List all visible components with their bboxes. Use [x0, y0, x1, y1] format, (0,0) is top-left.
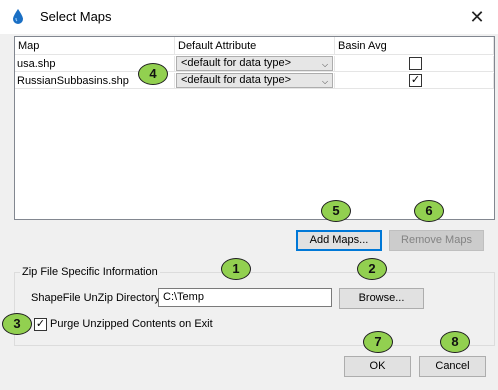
- purge-checkbox[interactable]: ✓: [34, 318, 47, 331]
- callout-8: 8: [440, 331, 470, 353]
- column-header-map[interactable]: Map: [15, 37, 175, 55]
- close-button[interactable]: ✕: [464, 4, 490, 30]
- dropdown-value: <default for data type>: [181, 57, 292, 69]
- callout-3: 3: [2, 313, 32, 335]
- unzip-directory-label: ShapeFile UnZip Directory:: [31, 292, 164, 304]
- browse-button[interactable]: Browse...: [339, 288, 424, 309]
- callout-7: 7: [363, 331, 393, 353]
- dropdown-value: <default for data type>: [181, 74, 292, 86]
- callout-1: 1: [221, 258, 251, 280]
- water-drop-icon: [13, 9, 23, 24]
- default-attribute-dropdown[interactable]: <default for data type>: [176, 56, 333, 71]
- callout-2: 2: [357, 258, 387, 280]
- remove-maps-button[interactable]: Remove Maps: [389, 230, 484, 251]
- chevron-down-icon[interactable]: ⌵: [319, 58, 331, 71]
- unzip-directory-input[interactable]: C:\Temp: [158, 288, 332, 307]
- window-title: Select Maps: [40, 9, 112, 24]
- basin-avg-checkbox[interactable]: ✓: [409, 74, 422, 87]
- table-row-basin-avg-cell: [335, 56, 494, 72]
- zip-file-group: [14, 272, 495, 346]
- table-row-basin-avg-cell: ✓: [335, 73, 494, 89]
- ok-button[interactable]: OK: [344, 356, 411, 377]
- callout-5: 5: [321, 200, 351, 222]
- default-attribute-dropdown[interactable]: <default for data type>: [176, 73, 333, 88]
- callout-6: 6: [414, 200, 444, 222]
- group-label: Zip File Specific Information: [20, 266, 160, 278]
- basin-avg-checkbox[interactable]: [409, 57, 422, 70]
- purge-label: Purge Unzipped Contents on Exit: [50, 318, 213, 330]
- maps-table[interactable]: Map Default Attribute Basin Avg usa.shp …: [14, 36, 495, 220]
- table-row-attribute-cell: <default for data type> ⌵: [175, 56, 335, 72]
- add-maps-button[interactable]: Add Maps...: [296, 230, 382, 251]
- cancel-button[interactable]: Cancel: [419, 356, 486, 377]
- callout-4: 4: [138, 63, 168, 85]
- column-header-default-attribute[interactable]: Default Attribute: [175, 37, 335, 55]
- column-header-basin-avg[interactable]: Basin Avg: [335, 37, 494, 55]
- table-row-attribute-cell: <default for data type> ⌵: [175, 73, 335, 89]
- chevron-down-icon[interactable]: ⌵: [319, 75, 331, 88]
